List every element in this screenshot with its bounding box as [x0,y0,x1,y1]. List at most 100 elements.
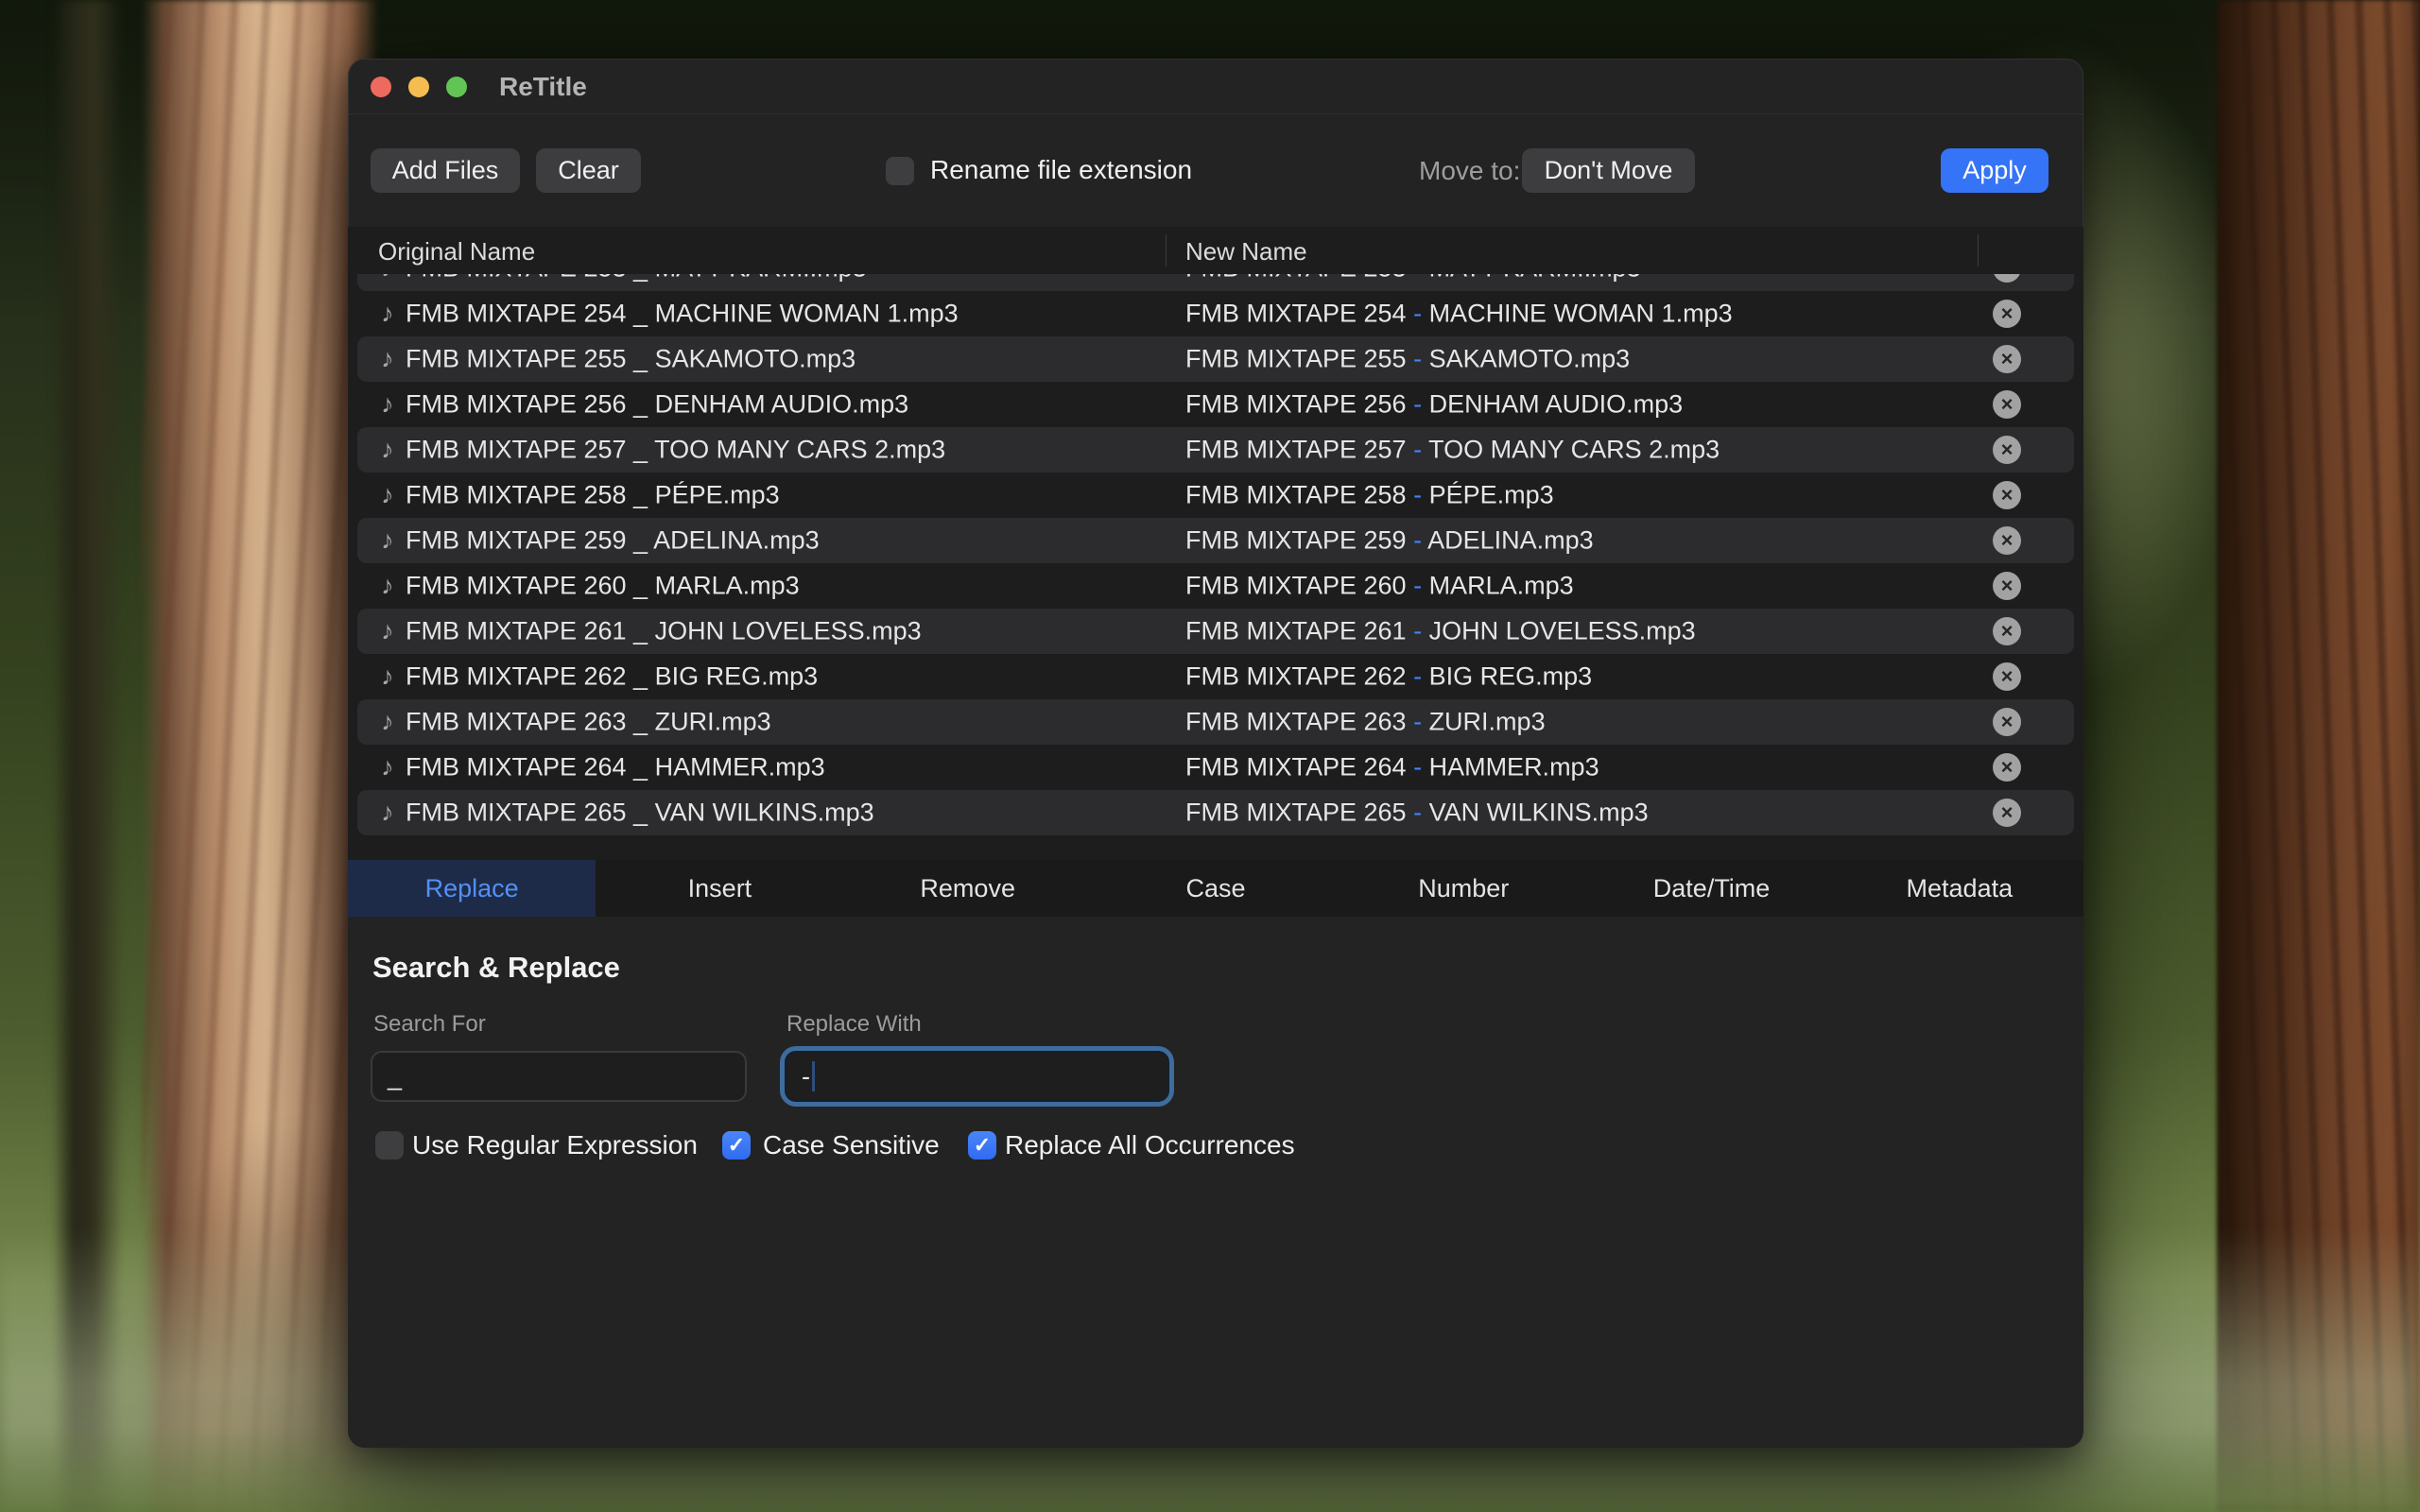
new-name-cell: FMB MIXTAPE 262 - BIG REG.mp3 [1185,662,1592,692]
remove-file-button[interactable]: × [1993,617,2021,645]
new-name-cell: FMB MIXTAPE 257 - TOO MANY CARS 2.mp3 [1185,436,1720,465]
replace-with-input[interactable]: - [785,1051,1169,1102]
case-sensitive-checkbox[interactable]: ✓ [722,1131,751,1160]
text-caret [812,1061,815,1091]
traffic-lights [371,77,467,97]
table-row[interactable]: ♪ FMB MIXTAPE 259 _ ADELINA.mp3 FMB MIXT… [357,518,2074,563]
zoom-button[interactable] [446,77,467,97]
tab-remove[interactable]: Remove [844,860,1092,917]
new-name-cell: FMB MIXTAPE 264 - HAMMER.mp3 [1185,753,1599,782]
retitle-window: ReTitle Add Files Clear Rename file exte… [348,59,2083,1448]
file-table: Original Name New Name ♪ FMB MIXTAPE 253… [348,227,2083,860]
table-row[interactable]: ♪ FMB MIXTAPE 254 _ MACHINE WOMAN 1.mp3 … [357,291,2074,336]
window-title: ReTitle [499,72,587,102]
table-row[interactable]: ♪ FMB MIXTAPE 264 _ HAMMER.mp3 FMB MIXTA… [357,745,2074,790]
new-name-cell: FMB MIXTAPE 253 - MATT KARMI.mp3 [1185,274,1641,284]
search-for-value: _ [388,1062,402,1091]
music-note-icon: ♪ [381,345,394,374]
tab-insert[interactable]: Insert [596,860,843,917]
original-name-cell: FMB MIXTAPE 262 _ BIG REG.mp3 [406,662,818,692]
remove-file-button[interactable]: × [1993,799,2021,827]
move-to-label: Move to: [1419,156,1520,186]
remove-file-button[interactable]: × [1993,753,2021,782]
original-name-cell: FMB MIXTAPE 261 _ JOHN LOVELESS.mp3 [406,617,922,646]
remove-file-button[interactable]: × [1993,662,2021,691]
column-divider[interactable] [1166,234,1167,266]
tab-metadata[interactable]: Metadata [1836,860,2083,917]
remove-file-button[interactable]: × [1993,300,2021,328]
clear-button[interactable]: Clear [536,148,641,193]
rename-extension-label: Rename file extension [930,155,1192,185]
original-name-cell: FMB MIXTAPE 258 _ PÉPE.mp3 [406,481,780,510]
use-regular-expression-checkbox[interactable] [375,1131,404,1160]
column-header-new-name[interactable]: New Name [1185,237,1307,266]
remove-file-button[interactable]: × [1993,708,2021,736]
table-row[interactable]: ♪ FMB MIXTAPE 265 _ VAN WILKINS.mp3 FMB … [357,790,2074,835]
remove-file-button[interactable]: × [1993,526,2021,555]
tool-tabbar: ReplaceInsertRemoveCaseNumberDate/TimeMe… [348,860,2083,917]
replace-with-label: Replace With [786,1011,922,1038]
new-name-cell: FMB MIXTAPE 255 - SAKAMOTO.mp3 [1185,345,1630,374]
replace-all-occurrences-checkbox[interactable]: ✓ [968,1131,996,1160]
original-name-cell: FMB MIXTAPE 263 _ ZURI.mp3 [406,708,771,737]
search-replace-panel: Search & Replace Search For Replace With… [348,917,2083,1448]
remove-file-button[interactable]: × [1993,436,2021,464]
move-to-popup-button[interactable]: Don't Move [1522,148,1695,193]
table-row[interactable]: ♪ FMB MIXTAPE 260 _ MARLA.mp3 FMB MIXTAP… [357,563,2074,609]
remove-file-button[interactable]: × [1993,274,2021,283]
replace-all-occurrences-label: Replace All Occurrences [1005,1130,1295,1160]
table-row[interactable]: ♪ FMB MIXTAPE 257 _ TOO MANY CARS 2.mp3 … [357,427,2074,472]
use-regular-expression-label: Use Regular Expression [412,1130,698,1160]
table-row[interactable]: ♪ FMB MIXTAPE 255 _ SAKAMOTO.mp3 FMB MIX… [357,336,2074,382]
music-note-icon: ♪ [381,300,394,329]
new-name-cell: FMB MIXTAPE 256 - DENHAM AUDIO.mp3 [1185,390,1683,420]
music-note-icon: ♪ [381,572,394,601]
original-name-cell: FMB MIXTAPE 260 _ MARLA.mp3 [406,572,800,601]
table-row[interactable]: ♪ FMB MIXTAPE 261 _ JOHN LOVELESS.mp3 FM… [357,609,2074,654]
table-row[interactable]: ♪ FMB MIXTAPE 263 _ ZURI.mp3 FMB MIXTAPE… [357,699,2074,745]
music-note-icon: ♪ [381,481,394,510]
minimize-button[interactable] [408,77,429,97]
tab-case[interactable]: Case [1092,860,1340,917]
music-note-icon: ♪ [381,526,394,556]
tab-number[interactable]: Number [1340,860,1587,917]
close-button[interactable] [371,77,391,97]
column-divider[interactable] [1978,234,1979,266]
panel-heading: Search & Replace [372,951,620,985]
music-note-icon: ♪ [381,274,394,284]
original-name-cell: FMB MIXTAPE 253 _ MATT KARMI.mp3 [406,274,867,284]
search-for-input[interactable]: _ [371,1051,747,1102]
remove-file-button[interactable]: × [1993,345,2021,373]
table-scroll-viewport[interactable]: ♪ FMB MIXTAPE 253 _ MATT KARMI.mp3 FMB M… [348,274,2083,860]
rename-extension-checkbox[interactable] [886,157,914,185]
original-name-cell: FMB MIXTAPE 257 _ TOO MANY CARS 2.mp3 [406,436,945,465]
music-note-icon: ♪ [381,799,394,828]
new-name-cell: FMB MIXTAPE 259 - ADELINA.mp3 [1185,526,1594,556]
add-files-button[interactable]: Add Files [371,148,520,193]
table-row[interactable]: ♪ FMB MIXTAPE 253 _ MATT KARMI.mp3 FMB M… [357,274,2074,291]
new-name-cell: FMB MIXTAPE 258 - PÉPE.mp3 [1185,481,1554,510]
new-name-cell: FMB MIXTAPE 254 - MACHINE WOMAN 1.mp3 [1185,300,1733,329]
replace-with-value: - [802,1062,810,1091]
original-name-cell: FMB MIXTAPE 256 _ DENHAM AUDIO.mp3 [406,390,908,420]
table-header: Original Name New Name [348,227,2083,274]
new-name-cell: FMB MIXTAPE 260 - MARLA.mp3 [1185,572,1574,601]
remove-file-button[interactable]: × [1993,481,2021,509]
titlebar[interactable]: ReTitle [348,59,2083,114]
original-name-cell: FMB MIXTAPE 255 _ SAKAMOTO.mp3 [406,345,856,374]
music-note-icon: ♪ [381,390,394,420]
new-name-cell: FMB MIXTAPE 263 - ZURI.mp3 [1185,708,1546,737]
column-header-original-name[interactable]: Original Name [378,237,535,266]
case-sensitive-label: Case Sensitive [763,1130,940,1160]
apply-button[interactable]: Apply [1941,148,2048,193]
tab-replace[interactable]: Replace [348,860,596,917]
table-row[interactable]: ♪ FMB MIXTAPE 262 _ BIG REG.mp3 FMB MIXT… [357,654,2074,699]
table-row[interactable]: ♪ FMB MIXTAPE 258 _ PÉPE.mp3 FMB MIXTAPE… [357,472,2074,518]
new-name-cell: FMB MIXTAPE 265 - VAN WILKINS.mp3 [1185,799,1649,828]
original-name-cell: FMB MIXTAPE 264 _ HAMMER.mp3 [406,753,825,782]
original-name-cell: FMB MIXTAPE 254 _ MACHINE WOMAN 1.mp3 [406,300,959,329]
remove-file-button[interactable]: × [1993,572,2021,600]
table-row[interactable]: ♪ FMB MIXTAPE 256 _ DENHAM AUDIO.mp3 FMB… [357,382,2074,427]
tab-date-time[interactable]: Date/Time [1587,860,1835,917]
remove-file-button[interactable]: × [1993,390,2021,419]
